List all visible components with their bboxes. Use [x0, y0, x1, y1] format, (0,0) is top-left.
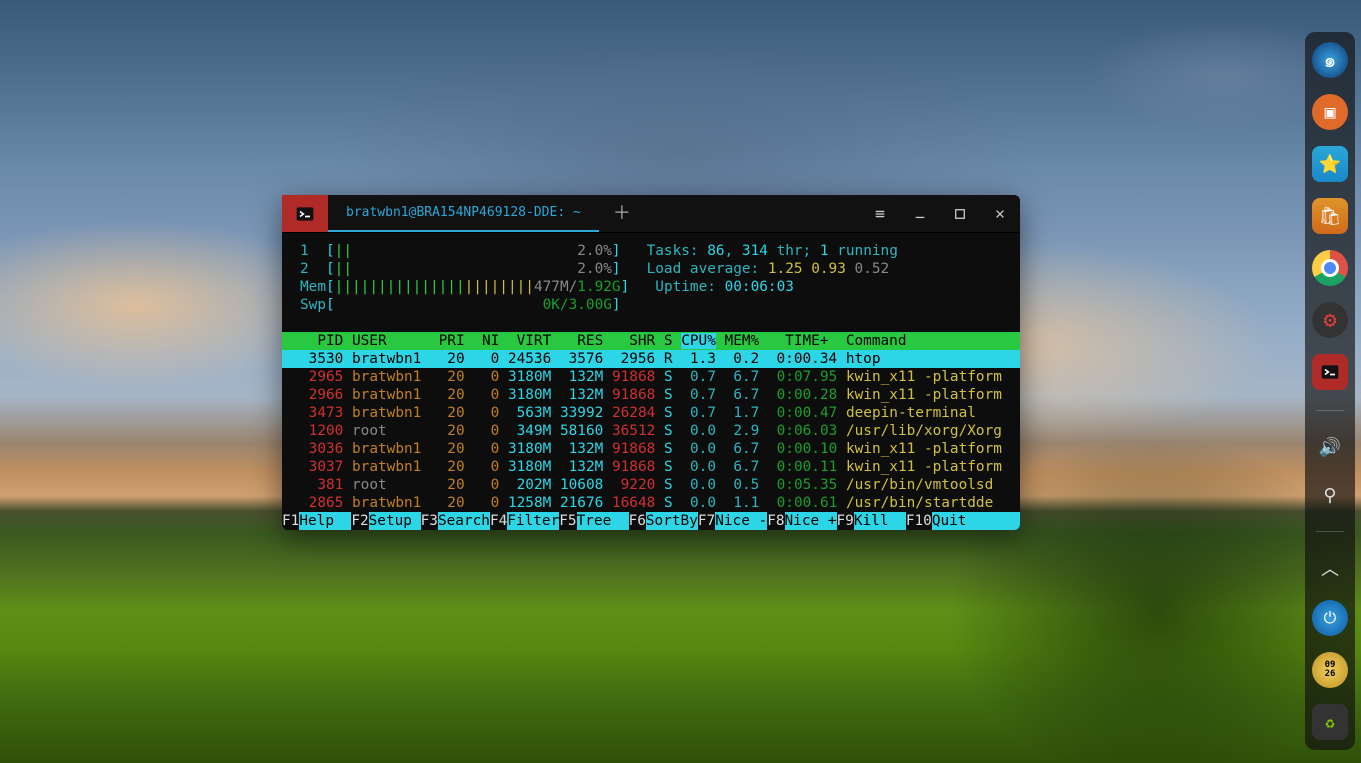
settings[interactable]: ⚙ [1312, 302, 1348, 338]
mem-meter: Mem[|||||||||||||||||||||||477M/1.92G] U… [282, 278, 1020, 296]
minimize-button[interactable] [900, 195, 940, 232]
swap-meter: Swp[ 0K/3.00G] [282, 296, 1020, 314]
fkey-F8[interactable]: F8 [767, 512, 784, 530]
dock-panel: ๑ ▣ ⭐ 🛍 ⚙ 🔊 ⚲ ︿ ⏻ 0926 ♻ [1305, 32, 1355, 750]
fkey-F6[interactable]: F6 [629, 512, 646, 530]
google-chrome[interactable] [1312, 250, 1348, 286]
cpu-meter-1: 1 [|| 2.0%] Tasks: 86, 314 thr; 1 runnin… [282, 242, 1020, 260]
fkey-F9[interactable]: F9 [837, 512, 854, 530]
multitasking-view[interactable]: ▣ [1312, 94, 1348, 130]
fkey-label-F3[interactable]: Search [438, 512, 490, 530]
fkey-F5[interactable]: F5 [559, 512, 576, 530]
fkey-label-F10[interactable]: Quit [932, 512, 984, 530]
fkey-F10[interactable]: F10 [906, 512, 932, 530]
process-row[interactable]: 3037 bratwbn1 20 0 3180M 132M 91868 S 0.… [282, 458, 1020, 476]
process-row[interactable]: 1200 root 20 0 349M 58160 36512 S 0.0 2.… [282, 422, 1020, 440]
fkey-label-F6[interactable]: SortBy [646, 512, 698, 530]
fkey-label-F7[interactable]: Nice - [715, 512, 767, 530]
fkey-label-F8[interactable]: Nice + [785, 512, 837, 530]
fkey-label-F4[interactable]: Filter [507, 512, 559, 530]
dock-separator [1316, 410, 1344, 411]
process-row[interactable]: 3473 bratwbn1 20 0 563M 33992 26284 S 0.… [282, 404, 1020, 422]
terminal-app-icon [282, 195, 328, 232]
htop-footer[interactable]: F1Help F2Setup F3SearchF4FilterF5Tree F6… [282, 512, 1020, 530]
process-row[interactable]: 3036 bratwbn1 20 0 3180M 132M 91868 S 0.… [282, 440, 1020, 458]
fkey-F7[interactable]: F7 [698, 512, 715, 530]
new-tab-button[interactable]: ＋ [599, 195, 645, 232]
fkey-F1[interactable]: F1 [282, 512, 299, 530]
trash[interactable]: ♻ [1312, 704, 1348, 740]
app-store[interactable]: ⭐ [1312, 146, 1348, 182]
terminal-tab[interactable]: bratwbn1@BRA154NP469128-DDE: ~ [328, 195, 599, 232]
deepin-launcher[interactable]: ๑ [1312, 42, 1348, 78]
deepin-terminal[interactable] [1312, 354, 1348, 390]
clock[interactable]: 0926 [1312, 652, 1348, 688]
usb-icon[interactable]: ⚲ [1314, 479, 1346, 511]
power-button[interactable]: ⏻ [1312, 600, 1348, 636]
fkey-F2[interactable]: F2 [351, 512, 368, 530]
window-menu-button[interactable] [860, 195, 900, 232]
dock-separator [1316, 531, 1344, 532]
fkey-F4[interactable]: F4 [490, 512, 507, 530]
fkey-F3[interactable]: F3 [421, 512, 438, 530]
process-row[interactable]: 2865 bratwbn1 20 0 1258M 21676 16648 S 0… [282, 494, 1020, 512]
process-row[interactable]: 381 root 20 0 202M 10608 9220 S 0.0 0.5 … [282, 476, 1020, 494]
fkey-label-F2[interactable]: Setup [369, 512, 421, 530]
software-center[interactable]: 🛍 [1312, 198, 1348, 234]
fkey-label-F1[interactable]: Help [299, 512, 351, 530]
tab-title: bratwbn1@BRA154NP469128-DDE: ~ [346, 204, 581, 222]
process-row[interactable]: 2966 bratwbn1 20 0 3180M 132M 91868 S 0.… [282, 386, 1020, 404]
dock-expand-icon[interactable]: ︿ [1314, 552, 1346, 584]
cpu-meter-2: 2 [|| 2.0%] Load average: 1.25 0.93 0.52 [282, 260, 1020, 278]
maximize-button[interactable] [940, 195, 980, 232]
window-titlebar[interactable]: bratwbn1@BRA154NP469128-DDE: ~ ＋ [282, 195, 1020, 233]
process-row[interactable]: 3530 bratwbn1 20 0 24536 3576 2956 R 1.3… [282, 350, 1020, 368]
close-button[interactable] [980, 195, 1020, 232]
terminal-body[interactable]: 1 [|| 2.0%] Tasks: 86, 314 thr; 1 runnin… [282, 233, 1020, 530]
process-header[interactable]: PID USER PRI NI VIRT RES SHR S CPU% MEM%… [282, 332, 1020, 350]
process-row[interactable]: 2965 bratwbn1 20 0 3180M 132M 91868 S 0.… [282, 368, 1020, 386]
fkey-label-F9[interactable]: Kill [854, 512, 906, 530]
terminal-window: bratwbn1@BRA154NP469128-DDE: ~ ＋ 1 [|| 2… [282, 195, 1020, 530]
volume-icon[interactable]: 🔊 [1314, 431, 1346, 463]
fkey-label-F5[interactable]: Tree [577, 512, 629, 530]
